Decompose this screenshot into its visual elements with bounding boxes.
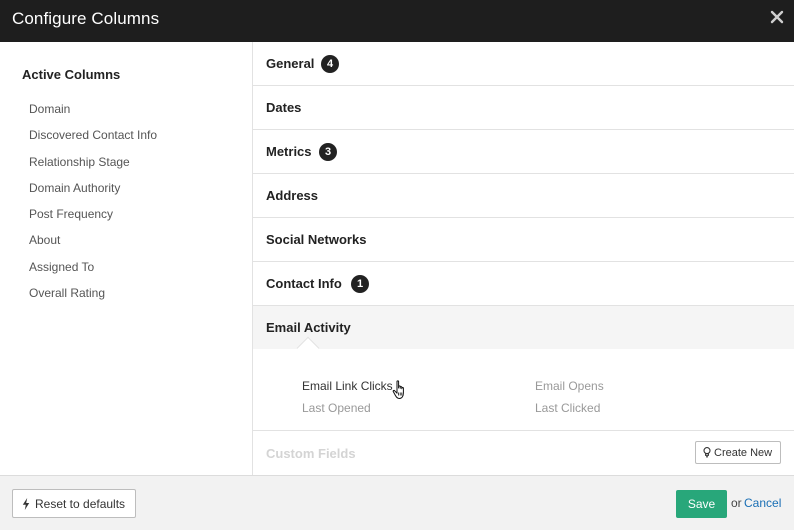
dialog-header: Configure Columns (0, 0, 794, 42)
active-columns-list: Domain Discovered Contact Info Relations… (29, 102, 157, 312)
active-columns-panel: Active Columns Domain Discovered Contact… (0, 42, 253, 475)
column-categories-panel: General 4 Dates Metrics 3 Address Social… (253, 42, 794, 475)
reset-to-defaults-label: Reset to defaults (35, 497, 126, 511)
active-column-domain[interactable]: Domain (29, 102, 157, 128)
option-last-clicked[interactable]: Last Clicked (535, 401, 600, 415)
lightbulb-icon (703, 447, 711, 458)
active-column-domain-authority[interactable]: Domain Authority (29, 181, 157, 207)
active-column-discovered-contact-info[interactable]: Discovered Contact Info (29, 128, 157, 154)
create-new-button[interactable]: Create New (695, 441, 781, 464)
active-columns-heading: Active Columns (22, 67, 121, 82)
active-column-post-frequency[interactable]: Post Frequency (29, 207, 157, 233)
active-column-relationship-stage[interactable]: Relationship Stage (29, 155, 157, 181)
section-dates[interactable]: Dates (253, 86, 794, 130)
option-email-link-clicks[interactable]: Email Link Clicks (302, 379, 393, 393)
dialog-title: Configure Columns (12, 9, 160, 28)
email-activity-options: Email Link Clicks Email Opens Last Opene… (253, 349, 794, 431)
lightning-bolt-icon (22, 498, 30, 510)
option-last-opened[interactable]: Last Opened (302, 401, 371, 415)
option-email-opens[interactable]: Email Opens (535, 379, 604, 393)
count-badge: 1 (351, 275, 369, 293)
count-badge: 4 (321, 55, 339, 73)
reset-to-defaults-button[interactable]: Reset to defaults (12, 489, 136, 518)
section-general[interactable]: General 4 (253, 42, 794, 86)
section-address[interactable]: Address (253, 174, 794, 218)
or-text: or (731, 496, 742, 510)
active-column-overall-rating[interactable]: Overall Rating (29, 286, 157, 312)
section-label: Metrics (266, 144, 312, 159)
create-new-label: Create New (714, 447, 773, 459)
section-label: Dates (266, 100, 302, 115)
active-column-about[interactable]: About (29, 233, 157, 259)
active-column-assigned-to[interactable]: Assigned To (29, 260, 157, 286)
cancel-link[interactable]: Cancel (744, 496, 781, 510)
section-social-networks[interactable]: Social Networks (253, 218, 794, 262)
section-custom-fields: Custom Fields Create New (253, 431, 794, 475)
section-email-activity[interactable]: Email Activity (253, 306, 794, 350)
section-label: Social Networks (266, 232, 367, 247)
section-label: Contact Info (266, 276, 342, 291)
section-metrics[interactable]: Metrics 3 (253, 130, 794, 174)
section-label: Address (266, 188, 319, 203)
save-button[interactable]: Save (676, 490, 727, 518)
section-label: General (266, 56, 315, 71)
section-label: Custom Fields (266, 446, 356, 461)
count-badge: 3 (319, 143, 337, 161)
close-icon[interactable] (770, 10, 784, 24)
section-contact-info[interactable]: Contact Info 1 (253, 262, 794, 306)
dialog-footer: Reset to defaults Save or Cancel (0, 475, 794, 530)
section-label: Email Activity (266, 320, 351, 335)
configure-columns-dialog: Configure Columns Active Columns Domain … (0, 0, 794, 530)
